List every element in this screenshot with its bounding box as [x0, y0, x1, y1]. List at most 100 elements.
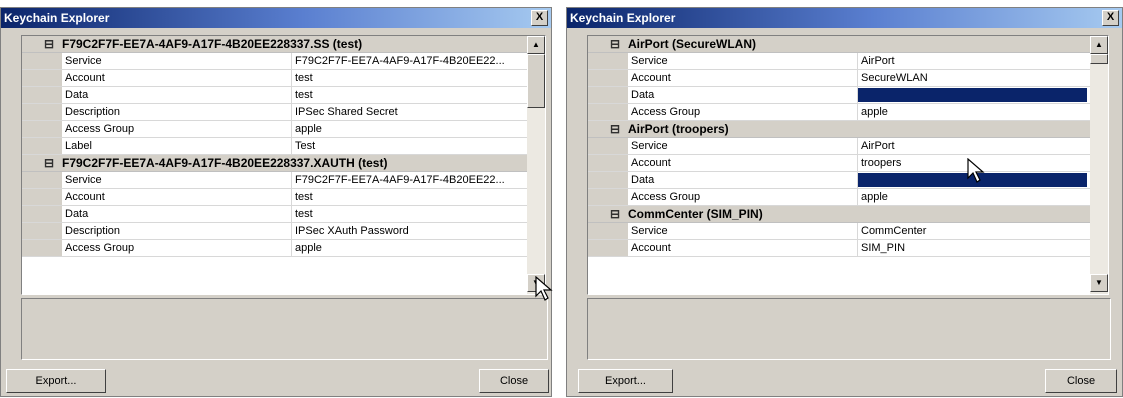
description-pane	[21, 298, 548, 360]
group-header-row[interactable]: ⊟ AirPort (SecureWLAN)	[588, 36, 1090, 53]
table-row[interactable]: Data test	[22, 206, 527, 223]
row-gutter	[22, 138, 62, 154]
table-row[interactable]: Service AirPort	[588, 53, 1090, 70]
vertical-scrollbar[interactable]: ▲ ▼	[1090, 36, 1108, 294]
table-row[interactable]: Service CommCenter	[588, 223, 1090, 240]
scroll-up-arrow-icon[interactable]: ▲	[527, 36, 545, 54]
field-value: F79C2F7F-EE7A-4AF9-A17F-4B20EE22...	[295, 174, 505, 186]
table-row[interactable]: Account test	[22, 189, 527, 206]
group-title: AirPort (troopers)	[628, 122, 729, 136]
row-gutter	[22, 172, 62, 188]
scroll-up-arrow-icon[interactable]: ▲	[1090, 36, 1108, 54]
table-row[interactable]: Service AirPort	[588, 138, 1090, 155]
row-gutter	[22, 121, 62, 137]
field-name: Service	[628, 138, 858, 154]
group-header-row[interactable]: ⊟ F79C2F7F-EE7A-4AF9-A17F-4B20EE228337.SS…	[22, 36, 527, 53]
row-gutter	[22, 87, 62, 103]
title-bar[interactable]: Keychain Explorer X	[567, 8, 1122, 28]
group-title: F79C2F7F-EE7A-4AF9-A17F-4B20EE228337.SS …	[62, 37, 363, 51]
row-gutter	[588, 240, 628, 256]
field-name: Description	[62, 104, 292, 120]
table-row[interactable]: Label Test	[22, 138, 527, 155]
field-name: Service	[628, 53, 858, 69]
description-pane	[587, 298, 1111, 360]
table-row[interactable]: Account troopers	[588, 155, 1090, 172]
field-value: AirPort	[861, 55, 895, 67]
window-title: Keychain Explorer	[4, 11, 110, 25]
collapse-box-icon[interactable]: ⊟	[44, 155, 56, 171]
row-gutter	[588, 223, 628, 239]
table-row[interactable]: Data	[588, 172, 1090, 189]
field-value: SIM_PIN	[861, 242, 906, 254]
group-header-row[interactable]: ⊟ CommCenter (SIM_PIN)	[588, 206, 1090, 223]
export-button[interactable]: Export...	[578, 369, 673, 393]
table-row[interactable]: Account test	[22, 70, 527, 87]
field-value: SecureWLAN	[861, 72, 928, 84]
selected-field-value	[858, 88, 1087, 102]
table-row[interactable]: Access Group apple	[588, 104, 1090, 121]
title-bar[interactable]: Keychain Explorer X	[1, 8, 551, 28]
field-value: apple	[295, 242, 322, 254]
table-row[interactable]: Description IPSec XAuth Password	[22, 223, 527, 240]
field-value: test	[295, 72, 313, 84]
row-gutter	[22, 206, 62, 222]
close-button[interactable]: Close	[1045, 369, 1117, 393]
field-value: CommCenter	[861, 225, 927, 237]
row-gutter	[22, 53, 62, 69]
table-row[interactable]: Data test	[22, 87, 527, 104]
row-gutter	[588, 70, 628, 86]
field-value: apple	[861, 191, 888, 203]
table-row[interactable]: Account SIM_PIN	[588, 240, 1090, 257]
scroll-thumb[interactable]	[527, 54, 545, 108]
row-gutter	[588, 155, 628, 171]
row-gutter	[588, 53, 628, 69]
mouse-pointer-icon	[535, 276, 553, 301]
keychain-list[interactable]: ⊟ AirPort (SecureWLAN) Service AirPort Accou…	[587, 35, 1109, 295]
table-row[interactable]: Account SecureWLAN	[588, 70, 1090, 87]
export-button[interactable]: Export...	[6, 369, 106, 393]
close-window-button[interactable]: X	[1102, 10, 1119, 26]
table-row[interactable]: Description IPSec Shared Secret	[22, 104, 527, 121]
field-name: Account	[62, 70, 292, 86]
row-gutter	[588, 138, 628, 154]
collapse-box-icon[interactable]: ⊟	[610, 121, 622, 137]
vertical-scrollbar[interactable]: ▲ ▼	[527, 36, 545, 294]
row-gutter	[588, 121, 610, 137]
scroll-thumb[interactable]	[1090, 54, 1108, 64]
field-value: test	[295, 89, 313, 101]
collapse-box-icon[interactable]: ⊟	[44, 36, 56, 52]
table-row[interactable]: Access Group apple	[22, 240, 527, 257]
field-name: Account	[628, 240, 858, 256]
field-name: Account	[628, 155, 858, 171]
collapse-box-icon[interactable]: ⊟	[610, 36, 622, 52]
row-gutter	[22, 104, 62, 120]
window-title: Keychain Explorer	[570, 11, 676, 25]
table-row[interactable]: Access Group apple	[588, 189, 1090, 206]
table-row[interactable]: Service F79C2F7F-EE7A-4AF9-A17F-4B20EE22.…	[22, 172, 527, 189]
row-gutter	[588, 87, 628, 103]
field-name: Account	[628, 70, 858, 86]
row-gutter	[588, 206, 610, 222]
row-gutter	[588, 104, 628, 120]
table-row[interactable]: Data	[588, 87, 1090, 104]
group-header-row[interactable]: ⊟ AirPort (troopers)	[588, 121, 1090, 138]
collapse-box-icon[interactable]: ⊟	[610, 206, 622, 222]
group-title: AirPort (SecureWLAN)	[628, 37, 757, 51]
close-button[interactable]: Close	[479, 369, 549, 393]
field-name: Data	[628, 87, 858, 103]
row-gutter	[22, 189, 62, 205]
field-value: test	[295, 191, 313, 203]
mouse-pointer-icon	[967, 158, 985, 183]
field-name: Service	[62, 172, 292, 188]
group-title: F79C2F7F-EE7A-4AF9-A17F-4B20EE228337.XAU…	[62, 156, 388, 170]
row-gutter	[22, 36, 44, 52]
field-value: F79C2F7F-EE7A-4AF9-A17F-4B20EE22...	[295, 55, 505, 67]
scroll-down-arrow-icon[interactable]: ▼	[1090, 274, 1108, 292]
field-name: Access Group	[628, 189, 858, 205]
close-window-button[interactable]: X	[531, 10, 548, 26]
keychain-list[interactable]: ⊟ F79C2F7F-EE7A-4AF9-A17F-4B20EE228337.SS…	[21, 35, 546, 295]
field-name: Access Group	[62, 240, 292, 256]
table-row[interactable]: Service F79C2F7F-EE7A-4AF9-A17F-4B20EE22.…	[22, 53, 527, 70]
table-row[interactable]: Access Group apple	[22, 121, 527, 138]
group-header-row[interactable]: ⊟ F79C2F7F-EE7A-4AF9-A17F-4B20EE228337.XA…	[22, 155, 527, 172]
